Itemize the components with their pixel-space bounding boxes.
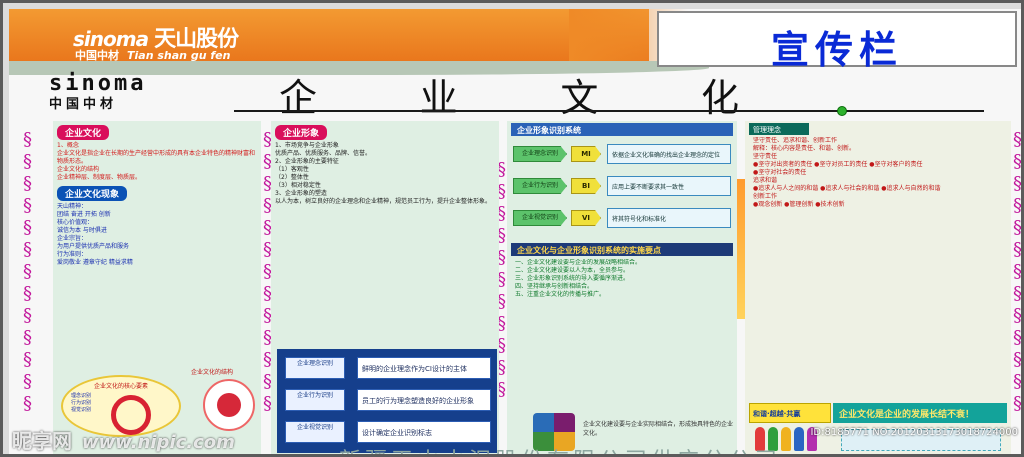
person-icon [781, 427, 791, 451]
section-heading: 企业文化 [57, 125, 110, 140]
section-heading: 管理理念 [749, 123, 809, 135]
board-frame: sinoma 天山股份 中国中材 Tian shan gu fen 宣传栏 sino… [0, 0, 1024, 457]
image-id-watermark: ID:8185771 NO:20120313173018724000 [810, 427, 1018, 438]
section-text: 1、市场竞争与企业形象 优质产品、优质服务、品牌、信誉。 2、企业形象的主要特征… [275, 142, 492, 205]
arrow-tag: MI [571, 146, 601, 162]
list-item: 视觉识别 [71, 407, 92, 413]
circle-core-icon [217, 393, 241, 417]
diagram-title: 企业文化的核心要素 [93, 383, 148, 390]
arrow-desc: 应用上要不断要求其一致性 [607, 176, 731, 196]
flow-left-box: 企业视觉识别 [285, 421, 345, 443]
logo-sub-en: Tian shan gu fen [127, 49, 231, 62]
section-heading: 企业文化与企业形象识别系统的实施要点 [511, 243, 733, 256]
ci-row: 企业理念识别 MI 依据企业文化准确的找出企业理念的定位 [513, 143, 733, 165]
company-footer: 新疆天山水泥股份有限公司供应分公司 [339, 443, 781, 454]
brand-cn: 中国中材 [49, 97, 118, 112]
section-text: 天山精神： 团结 奋进 开拓 创新 核心价值观： 诚信为本 与时俱进 企业宗旨：… [57, 203, 133, 266]
page-title-char: 文 [560, 76, 599, 120]
section-heading: 企业文化现象 [57, 186, 128, 201]
flow-right-box: 设计确定企业识别标志 [357, 421, 491, 443]
arrow-tag: VI [571, 210, 601, 226]
page-title: 企 业 文 化 [279, 67, 739, 122]
ci-row: 企业视觉识别 VI 将其符号化和标准化 [513, 207, 733, 229]
person-icon [794, 427, 804, 451]
green-dot-icon [837, 106, 847, 116]
slogan-badge: 和谐·超越·共赢 [749, 403, 831, 423]
logo-subtitle: 中国中材 Tian shan gu fen [75, 47, 230, 63]
flow-left-box: 企业理念识别 [285, 357, 345, 379]
ci-row: 企业行为识别 BI 应用上要不断要求其一致性 [513, 175, 733, 197]
list-item: 理念识别 [71, 393, 92, 399]
panel-management-philosophy: 管理理念 坚守责任、追求和谐、创新工作 解释：核心内容是责任、和谐、创新。 坚守… [745, 121, 1011, 454]
page-title-char: 化 [700, 76, 739, 120]
panel-ci-system: 企业形象识别系统 企业理念识别 MI 依据企业文化准确的找出企业理念的定位 企业… [507, 121, 737, 454]
watermark-site: 昵享网 [12, 429, 72, 453]
logo-sub-cn: 中国中材 [75, 49, 119, 62]
flow-right-box: 鲜明的企业理念作为CI设计的主体 [357, 357, 491, 379]
swirl-decoration-icon: §§§§§§§§§§§§§ [1013, 129, 1021, 415]
board-title: 宣传栏 [770, 27, 903, 72]
arrow-tag: BI [571, 178, 601, 194]
swirl-decoration-icon: §§§§§§§§§§§§§ [23, 129, 32, 414]
arrow-label: 企业理念识别 [513, 146, 567, 162]
panel-corporate-image: 企业形象 1、市场竞争与企业形象 优质产品、优质服务、品牌、信誉。 2、企业形象… [271, 121, 499, 454]
section-text: 1、概念 企业文化是指企业在长期的生产经营中形成的具有本企业特色的精神财富和物质… [57, 142, 256, 181]
panel-corporate-culture: 企业文化 1、概念 企业文化是指企业在长期的生产经营中形成的具有本企业特色的精神… [53, 121, 261, 454]
site-watermark: 昵享网 www.nipic.com [12, 425, 235, 454]
watermark-url: www.nipic.com [82, 432, 235, 453]
slogan-banner: 企业文化是企业的发展长结不衰！ [833, 403, 1007, 423]
page-title-char: 企 [279, 76, 318, 120]
title-underline [234, 110, 984, 112]
flow-right-box: 员工的行为理念塑造良好的企业形象 [357, 389, 491, 411]
structure-circle-diagram [203, 379, 255, 431]
section-text: 一、企业文化建设要与企业的发展战略相结合。 二、企业文化建设要以人为本，全员参与… [515, 259, 642, 298]
arrow-label: 企业行为识别 [513, 178, 567, 194]
ci-flow-diagram: 企业理念识别 鲜明的企业理念作为CI设计的主体 企业行为识别 员工的行为理念塑造… [277, 349, 497, 453]
section-heading: 企业形象识别系统 [511, 123, 733, 136]
flow-left-box: 企业行为识别 [285, 389, 345, 411]
publicity-board: sinoma 天山股份 中国中材 Tian shan gu fen 宣传栏 sino… [9, 9, 1021, 454]
structure-title: 企业文化的结构 [191, 369, 234, 376]
section-text: 坚守责任、追求和谐、创新工作 解释：核心内容是责任、和谐、创新。 坚守责任 ●坚… [753, 137, 941, 208]
arrow-label: 企业视觉识别 [513, 210, 567, 226]
diagram-list: 理念识别 行为识别 视觉识别 [71, 393, 91, 414]
board-title-box: 宣传栏 [657, 11, 1017, 72]
list-item: 行为识别 [71, 400, 92, 406]
section-heading: 企业形象 [275, 125, 328, 140]
arrow-desc: 将其符号化和标准化 [607, 208, 731, 228]
page-title-char: 业 [419, 76, 458, 120]
arrow-desc: 依据企业文化准确的找出企业理念的定位 [607, 144, 731, 164]
